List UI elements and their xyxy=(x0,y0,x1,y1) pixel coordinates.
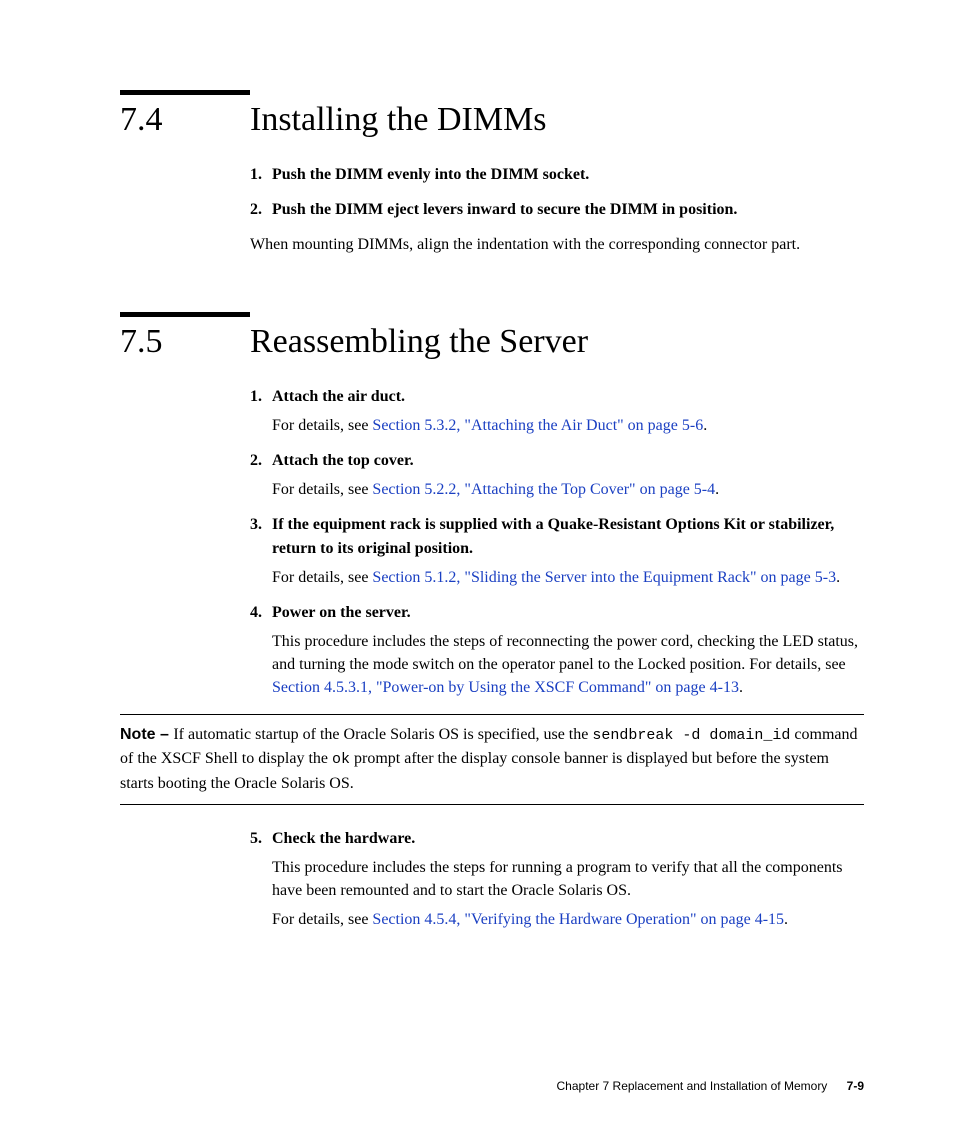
step-item: 1. Push the DIMM evenly into the DIMM so… xyxy=(250,163,864,186)
section-title: Reassembling the Server xyxy=(250,323,588,361)
paragraph: When mounting DIMMs, align the indentati… xyxy=(250,233,864,256)
step-item: 2. Push the DIMM eject levers inward to … xyxy=(250,198,864,221)
text: For details, see xyxy=(272,569,372,586)
section-rule xyxy=(120,90,250,95)
cross-reference-link[interactable]: Section 5.2.2, "Attaching the Top Cover"… xyxy=(372,481,715,498)
step-item: 5. Check the hardware. This procedure in… xyxy=(250,827,864,932)
code-text: ok xyxy=(332,751,350,768)
step-detail: This procedure includes the steps for ru… xyxy=(272,856,864,902)
step-title: Power on the server. xyxy=(272,604,411,621)
step-title: Push the DIMM evenly into the DIMM socke… xyxy=(272,166,589,183)
step-item: 3. If the equipment rack is supplied wit… xyxy=(250,513,864,589)
step-number: 2. xyxy=(250,198,272,221)
section-number: 7.4 xyxy=(120,101,250,139)
section-heading: 7.5 Reassembling the Server xyxy=(120,323,864,361)
cross-reference-link[interactable]: Section 5.3.2, "Attaching the Air Duct" … xyxy=(372,417,703,434)
text: For details, see xyxy=(272,417,372,434)
step-detail: For details, see Section 5.3.2, "Attachi… xyxy=(272,414,864,437)
footer-page-number: 7-9 xyxy=(847,1079,864,1093)
text: For details, see xyxy=(272,911,372,928)
section-heading: 7.4 Installing the DIMMs xyxy=(120,101,864,139)
step-title: If the equipment rack is supplied with a… xyxy=(272,516,834,556)
step-title: Attach the top cover. xyxy=(272,452,414,469)
page-footer: Chapter 7 Replacement and Installation o… xyxy=(557,1079,865,1093)
cross-reference-link[interactable]: Section 4.5.4, "Verifying the Hardware O… xyxy=(372,911,784,928)
section-number: 7.5 xyxy=(120,323,250,361)
code-text: sendbreak -d domain_id xyxy=(592,727,790,744)
step-item: 1. Attach the air duct. For details, see… xyxy=(250,385,864,437)
note-label: Note – xyxy=(120,726,173,743)
footer-chapter: Chapter 7 Replacement and Installation o… xyxy=(557,1079,828,1093)
step-number: 3. xyxy=(250,513,272,589)
cross-reference-link[interactable]: Section 4.5.3.1, "Power-on by Using the … xyxy=(272,679,739,696)
step-detail: For details, see Section 4.5.4, "Verifyi… xyxy=(272,908,864,931)
step-number: 1. xyxy=(250,163,272,186)
section-rule xyxy=(120,312,250,317)
step-number: 4. xyxy=(250,601,272,700)
step-title: Push the DIMM eject levers inward to sec… xyxy=(272,201,737,218)
text: . xyxy=(784,911,788,928)
section-title: Installing the DIMMs xyxy=(250,101,547,139)
text: For details, see xyxy=(272,481,372,498)
section-7-4: 7.4 Installing the DIMMs 1. Push the DIM… xyxy=(120,90,864,257)
step-number: 5. xyxy=(250,827,272,932)
cross-reference-link[interactable]: Section 5.1.2, "Sliding the Server into … xyxy=(372,569,836,586)
text: This procedure includes the steps of rec… xyxy=(272,633,858,673)
text: . xyxy=(836,569,840,586)
step-title: Check the hardware. xyxy=(272,830,415,847)
step-detail: For details, see Section 5.1.2, "Sliding… xyxy=(272,566,864,589)
section-7-5: 7.5 Reassembling the Server 1. Attach th… xyxy=(120,312,864,932)
text: . xyxy=(739,679,743,696)
note-text: If automatic startup of the Oracle Solar… xyxy=(173,726,592,743)
step-title: Attach the air duct. xyxy=(272,388,405,405)
step-detail: This procedure includes the steps of rec… xyxy=(272,630,864,700)
step-item: 2. Attach the top cover. For details, se… xyxy=(250,449,864,501)
text: . xyxy=(703,417,707,434)
step-number: 2. xyxy=(250,449,272,501)
step-detail: For details, see Section 5.2.2, "Attachi… xyxy=(272,478,864,501)
text: . xyxy=(715,481,719,498)
note-box: Note – If automatic startup of the Oracl… xyxy=(120,714,864,805)
step-number: 1. xyxy=(250,385,272,437)
step-item: 4. Power on the server. This procedure i… xyxy=(250,601,864,700)
